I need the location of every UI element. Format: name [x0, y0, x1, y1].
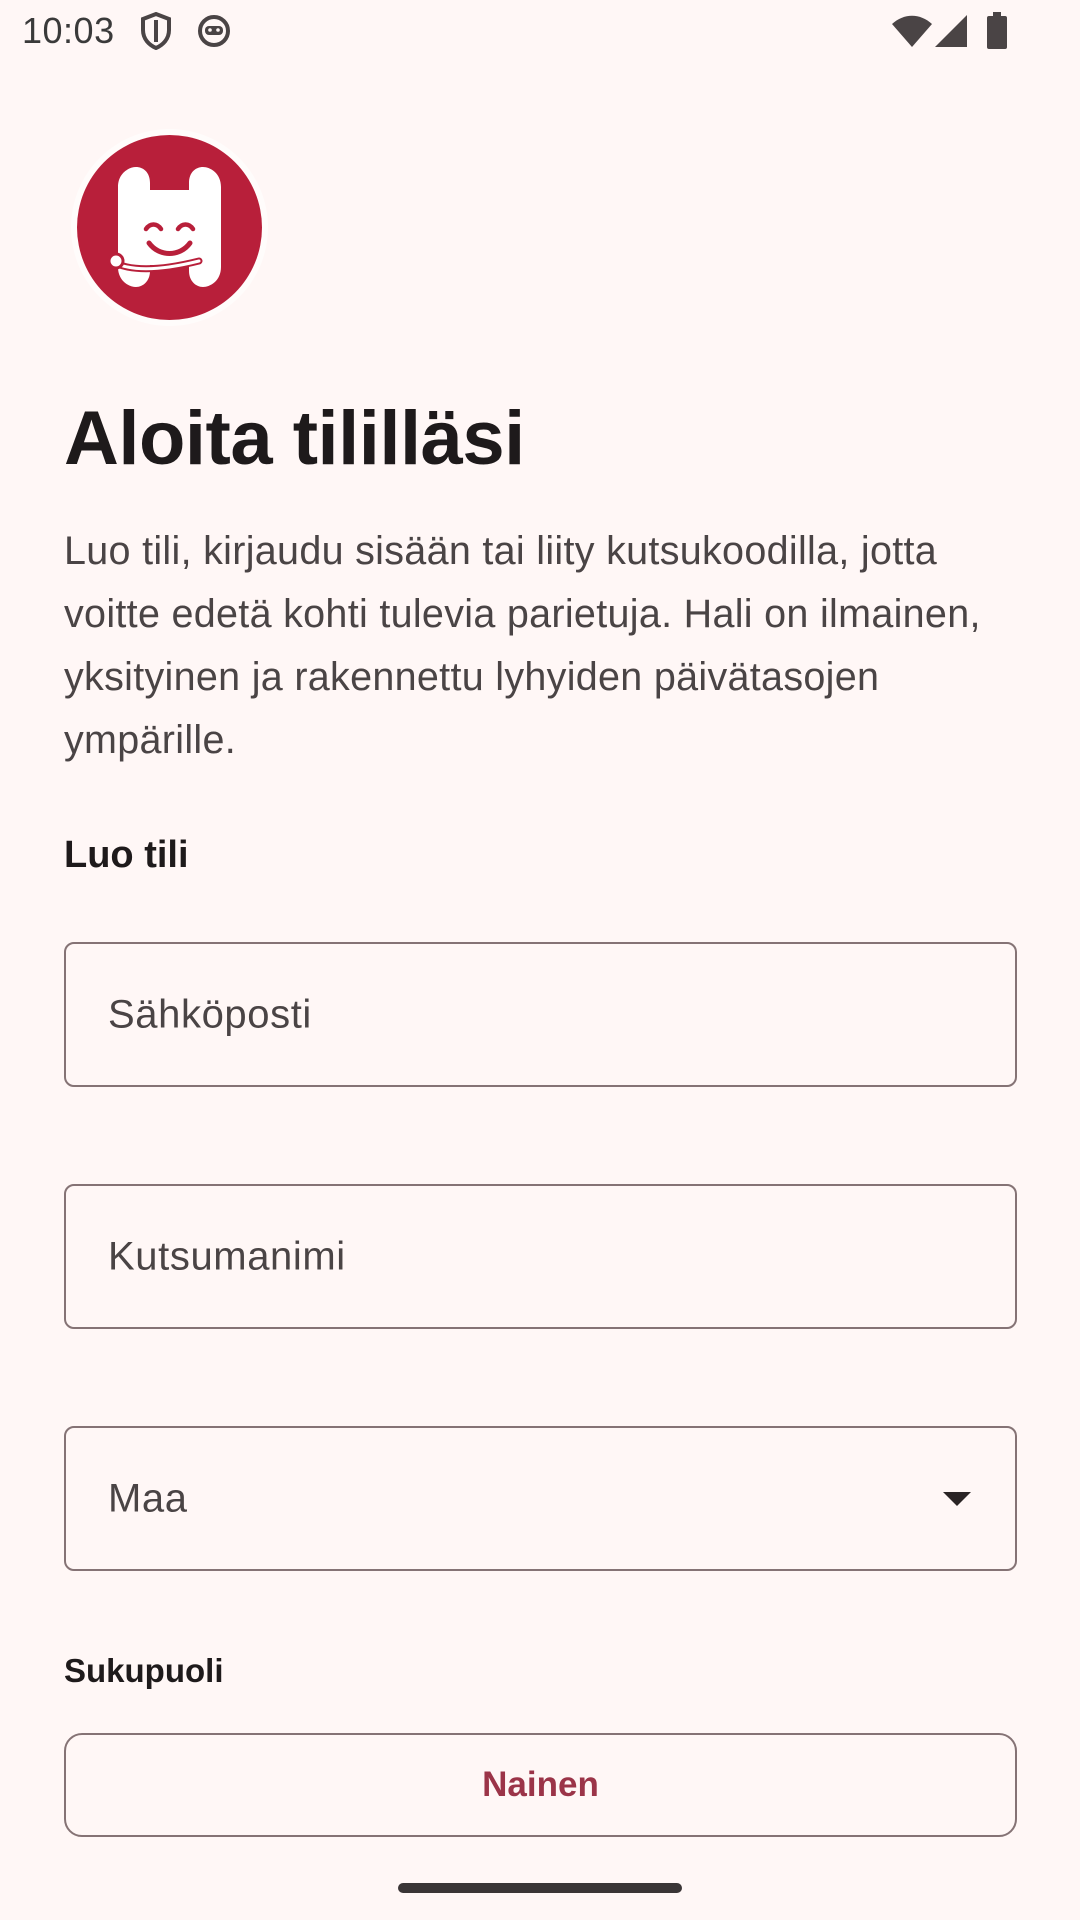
account-start-screen: 10:03 Aloita tililläsi Luo tili, kirjaud…	[0, 0, 1080, 1920]
country-dropdown[interactable]: Maa	[64, 1426, 1017, 1571]
gender-heading: Sukupuoli	[64, 1652, 224, 1689]
create-account-heading: Luo tili	[64, 834, 189, 876]
home-indicator[interactable]	[398, 1883, 682, 1893]
hali-logo	[77, 135, 262, 320]
email-field[interactable]: Sähköposti	[64, 942, 1017, 1087]
shield-icon	[140, 11, 172, 55]
email-field-label: Sähköposti	[108, 992, 312, 1036]
status-time: 10:03	[22, 10, 115, 51]
wifi-icon	[891, 14, 933, 53]
country-dropdown-label: Maa	[108, 1476, 188, 1520]
intro-text: Luo tili, kirjaudu sisään tai liity kuts…	[64, 529, 981, 762]
page-title: Aloita tililläsi	[64, 396, 525, 481]
nickname-field-label: Kutsumanimi	[108, 1234, 346, 1278]
dropdown-arrow-icon[interactable]	[943, 1491, 971, 1506]
signal-icon	[934, 14, 968, 53]
nickname-field[interactable]: Kutsumanimi	[64, 1184, 1017, 1329]
battery-icon	[986, 12, 1008, 55]
android-icon	[197, 14, 231, 53]
gender-option-female-button[interactable]: Nainen	[64, 1733, 1017, 1837]
status-bar: 10:03	[0, 0, 1080, 64]
